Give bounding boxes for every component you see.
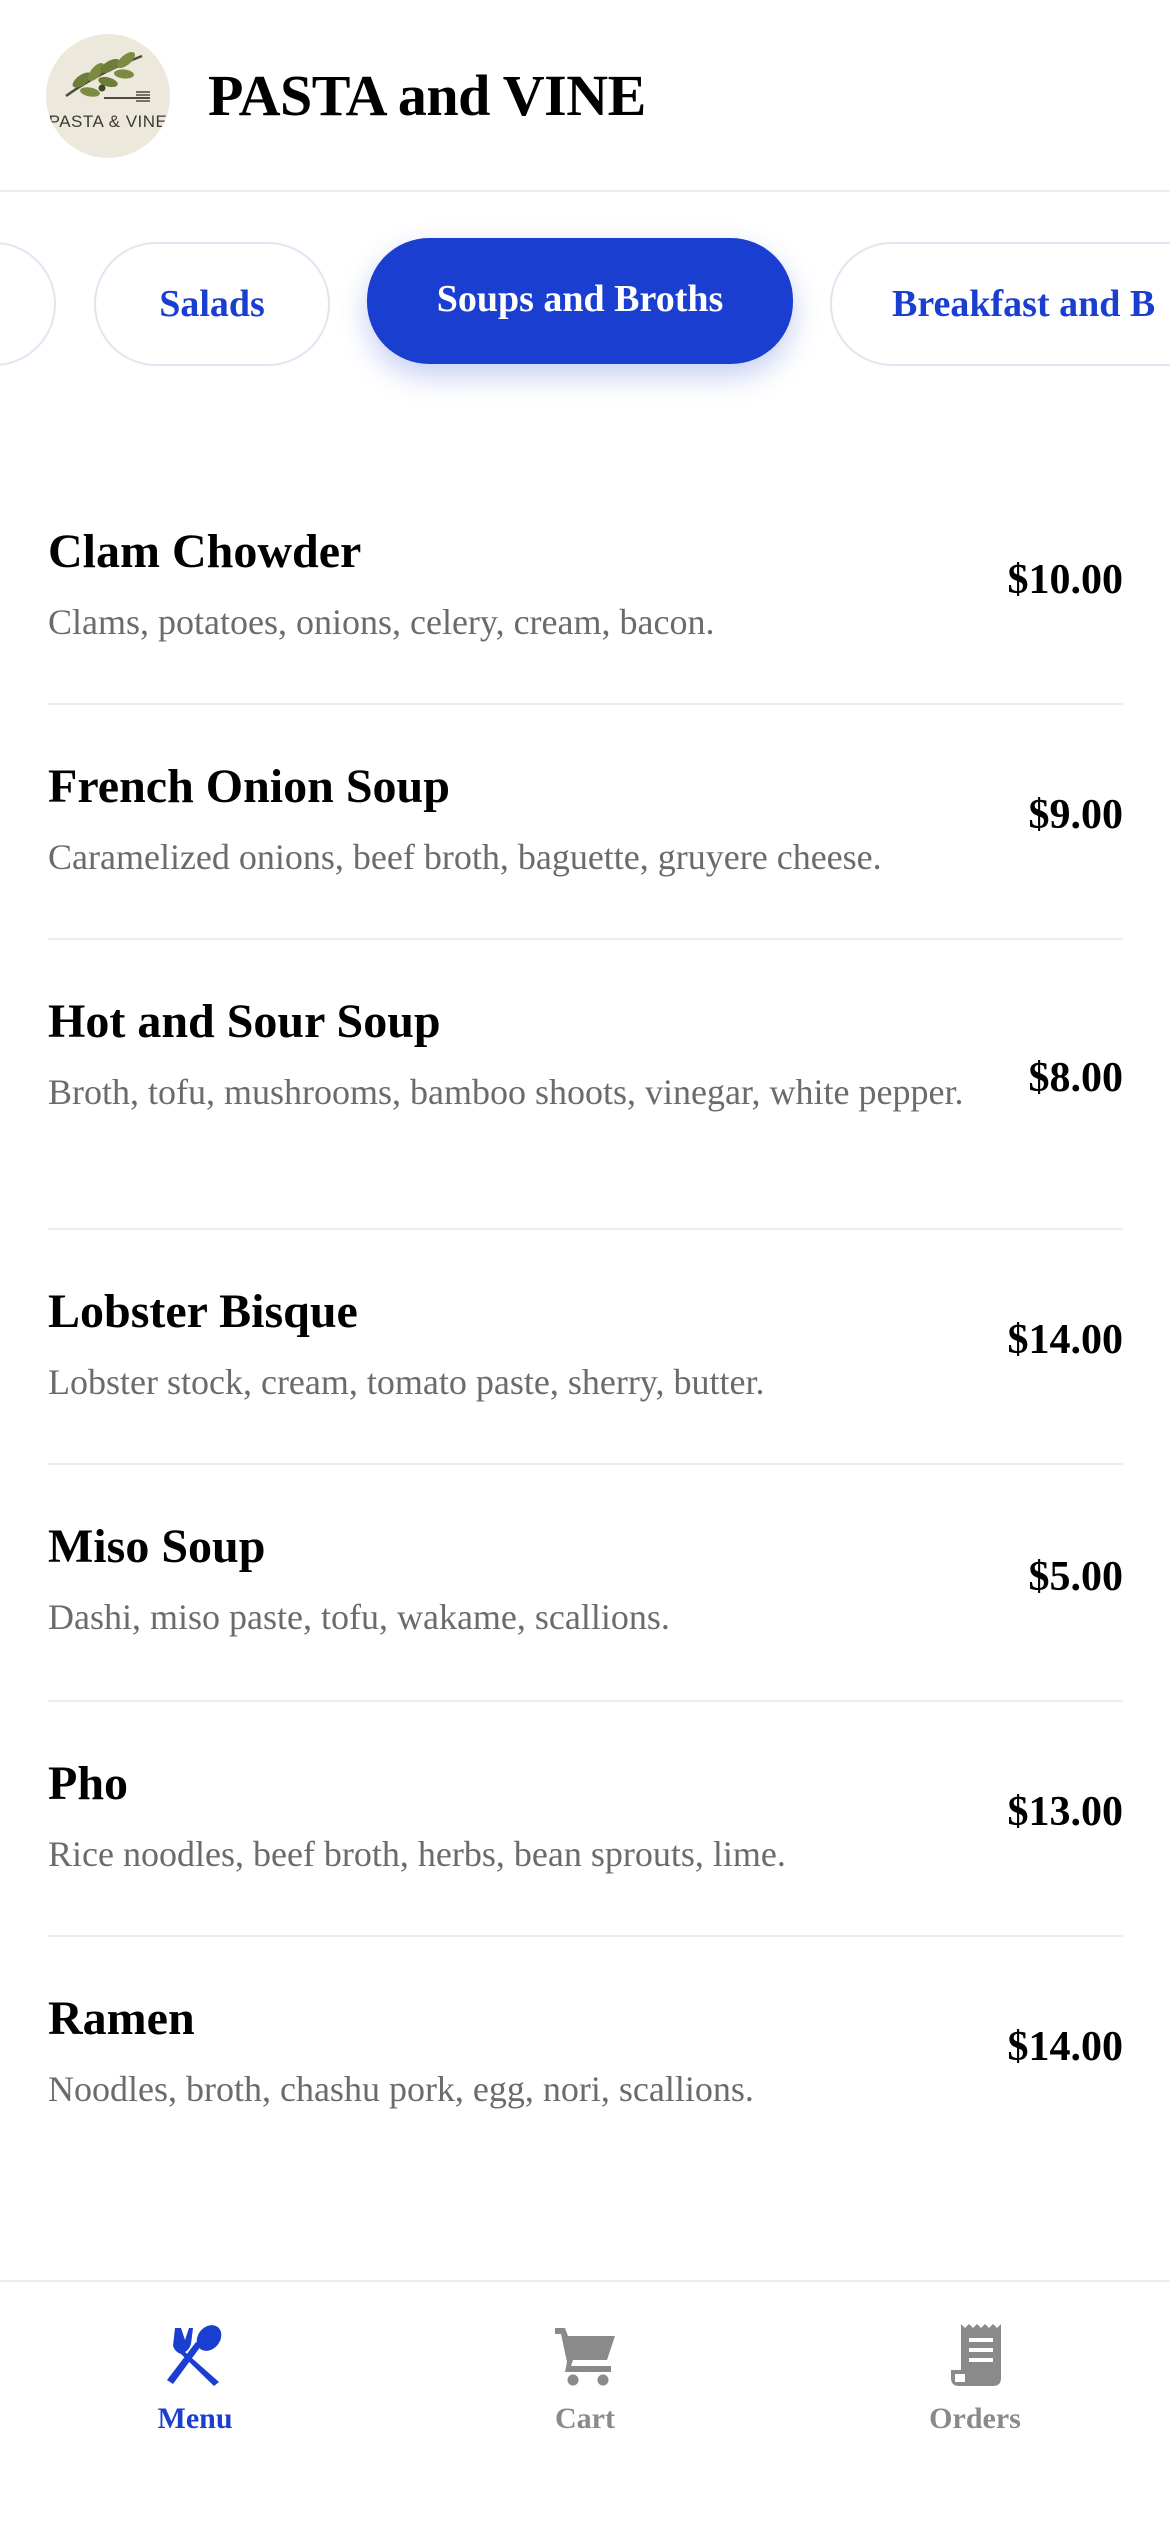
receipt-icon	[951, 2324, 1001, 2386]
menu-item-french-onion-soup[interactable]: French Onion Soup Caramelized onions, be…	[48, 705, 1123, 940]
item-price: $13.00	[1007, 1789, 1124, 1835]
item-price: $14.00	[1007, 2024, 1124, 2070]
item-name: Pho	[48, 1757, 129, 1810]
item-name: Hot and Sour Soup	[48, 995, 441, 1048]
item-name: Miso Soup	[48, 1520, 266, 1573]
category-chip-previous[interactable]	[0, 242, 56, 366]
category-tabs: Salads Soups and Broths Breakfast and B	[0, 192, 1170, 412]
logo-text: PASTA & VINE	[48, 112, 168, 131]
item-description: Noodles, broth, chashu pork, egg, nori, …	[48, 2069, 754, 2109]
nav-cart[interactable]: Cart	[485, 2320, 685, 2436]
nav-label-cart: Cart	[555, 2402, 615, 2435]
bottom-nav: Menu Cart Orders	[0, 2280, 1170, 2532]
menu-item-hot-and-sour-soup[interactable]: Hot and Sour Soup Broth, tofu, mushrooms…	[48, 940, 1123, 1230]
menu-item-ramen[interactable]: Ramen Noodles, broth, chashu pork, egg, …	[48, 1937, 1123, 2172]
menu-item-miso-soup[interactable]: Miso Soup Dashi, miso paste, tofu, wakam…	[48, 1465, 1123, 1702]
olive-branch-icon	[65, 51, 150, 102]
nav-orders[interactable]: Orders	[875, 2320, 1075, 2436]
item-description: Clams, potatoes, onions, celery, cream, …	[48, 602, 715, 642]
item-description: Lobster stock, cream, tomato paste, sher…	[48, 1362, 765, 1402]
menu-item-lobster-bisque[interactable]: Lobster Bisque Lobster stock, cream, tom…	[48, 1230, 1123, 1465]
menu-list: Clam Chowder Clams, potatoes, onions, ce…	[48, 470, 1123, 2172]
item-name: Lobster Bisque	[48, 1285, 358, 1338]
item-price: $9.00	[1028, 792, 1124, 838]
category-chip-soups-and-broths[interactable]: Soups and Broths	[367, 238, 793, 364]
menu-item-pho[interactable]: Pho Rice noodles, beef broth, herbs, bea…	[48, 1702, 1123, 1937]
item-description: Rice noodles, beef broth, herbs, bean sp…	[48, 1834, 786, 1874]
item-price: $10.00	[1007, 557, 1124, 603]
category-chip-breakfast[interactable]: Breakfast and B	[830, 242, 1170, 366]
brand-logo[interactable]: PASTA & VINE	[46, 34, 170, 158]
item-name: Clam Chowder	[48, 525, 362, 578]
item-price: $5.00	[1028, 1554, 1124, 1600]
item-name: Ramen	[48, 1992, 195, 2045]
category-chip-salads[interactable]: Salads	[94, 242, 330, 366]
nav-label-menu: Menu	[157, 2402, 233, 2435]
cart-icon	[555, 2328, 615, 2386]
brand-name: PASTA and VINE	[208, 63, 646, 128]
nav-label-orders: Orders	[929, 2402, 1021, 2435]
item-name: French Onion Soup	[48, 760, 450, 813]
item-description: Broth, tofu, mushrooms, bamboo shoots, v…	[48, 1072, 964, 1112]
item-description: Dashi, miso paste, tofu, wakame, scallio…	[48, 1597, 670, 1637]
item-price: $14.00	[1007, 1317, 1124, 1363]
item-description: Caramelized onions, beef broth, baguette…	[48, 837, 882, 877]
nav-menu[interactable]: Menu	[95, 2320, 295, 2436]
item-price: $8.00	[1028, 1055, 1124, 1101]
menu-item-clam-chowder[interactable]: Clam Chowder Clams, potatoes, onions, ce…	[48, 470, 1123, 705]
app-header: PASTA & VINE PASTA and VINE	[0, 0, 1170, 192]
utensils-icon	[167, 2325, 222, 2386]
